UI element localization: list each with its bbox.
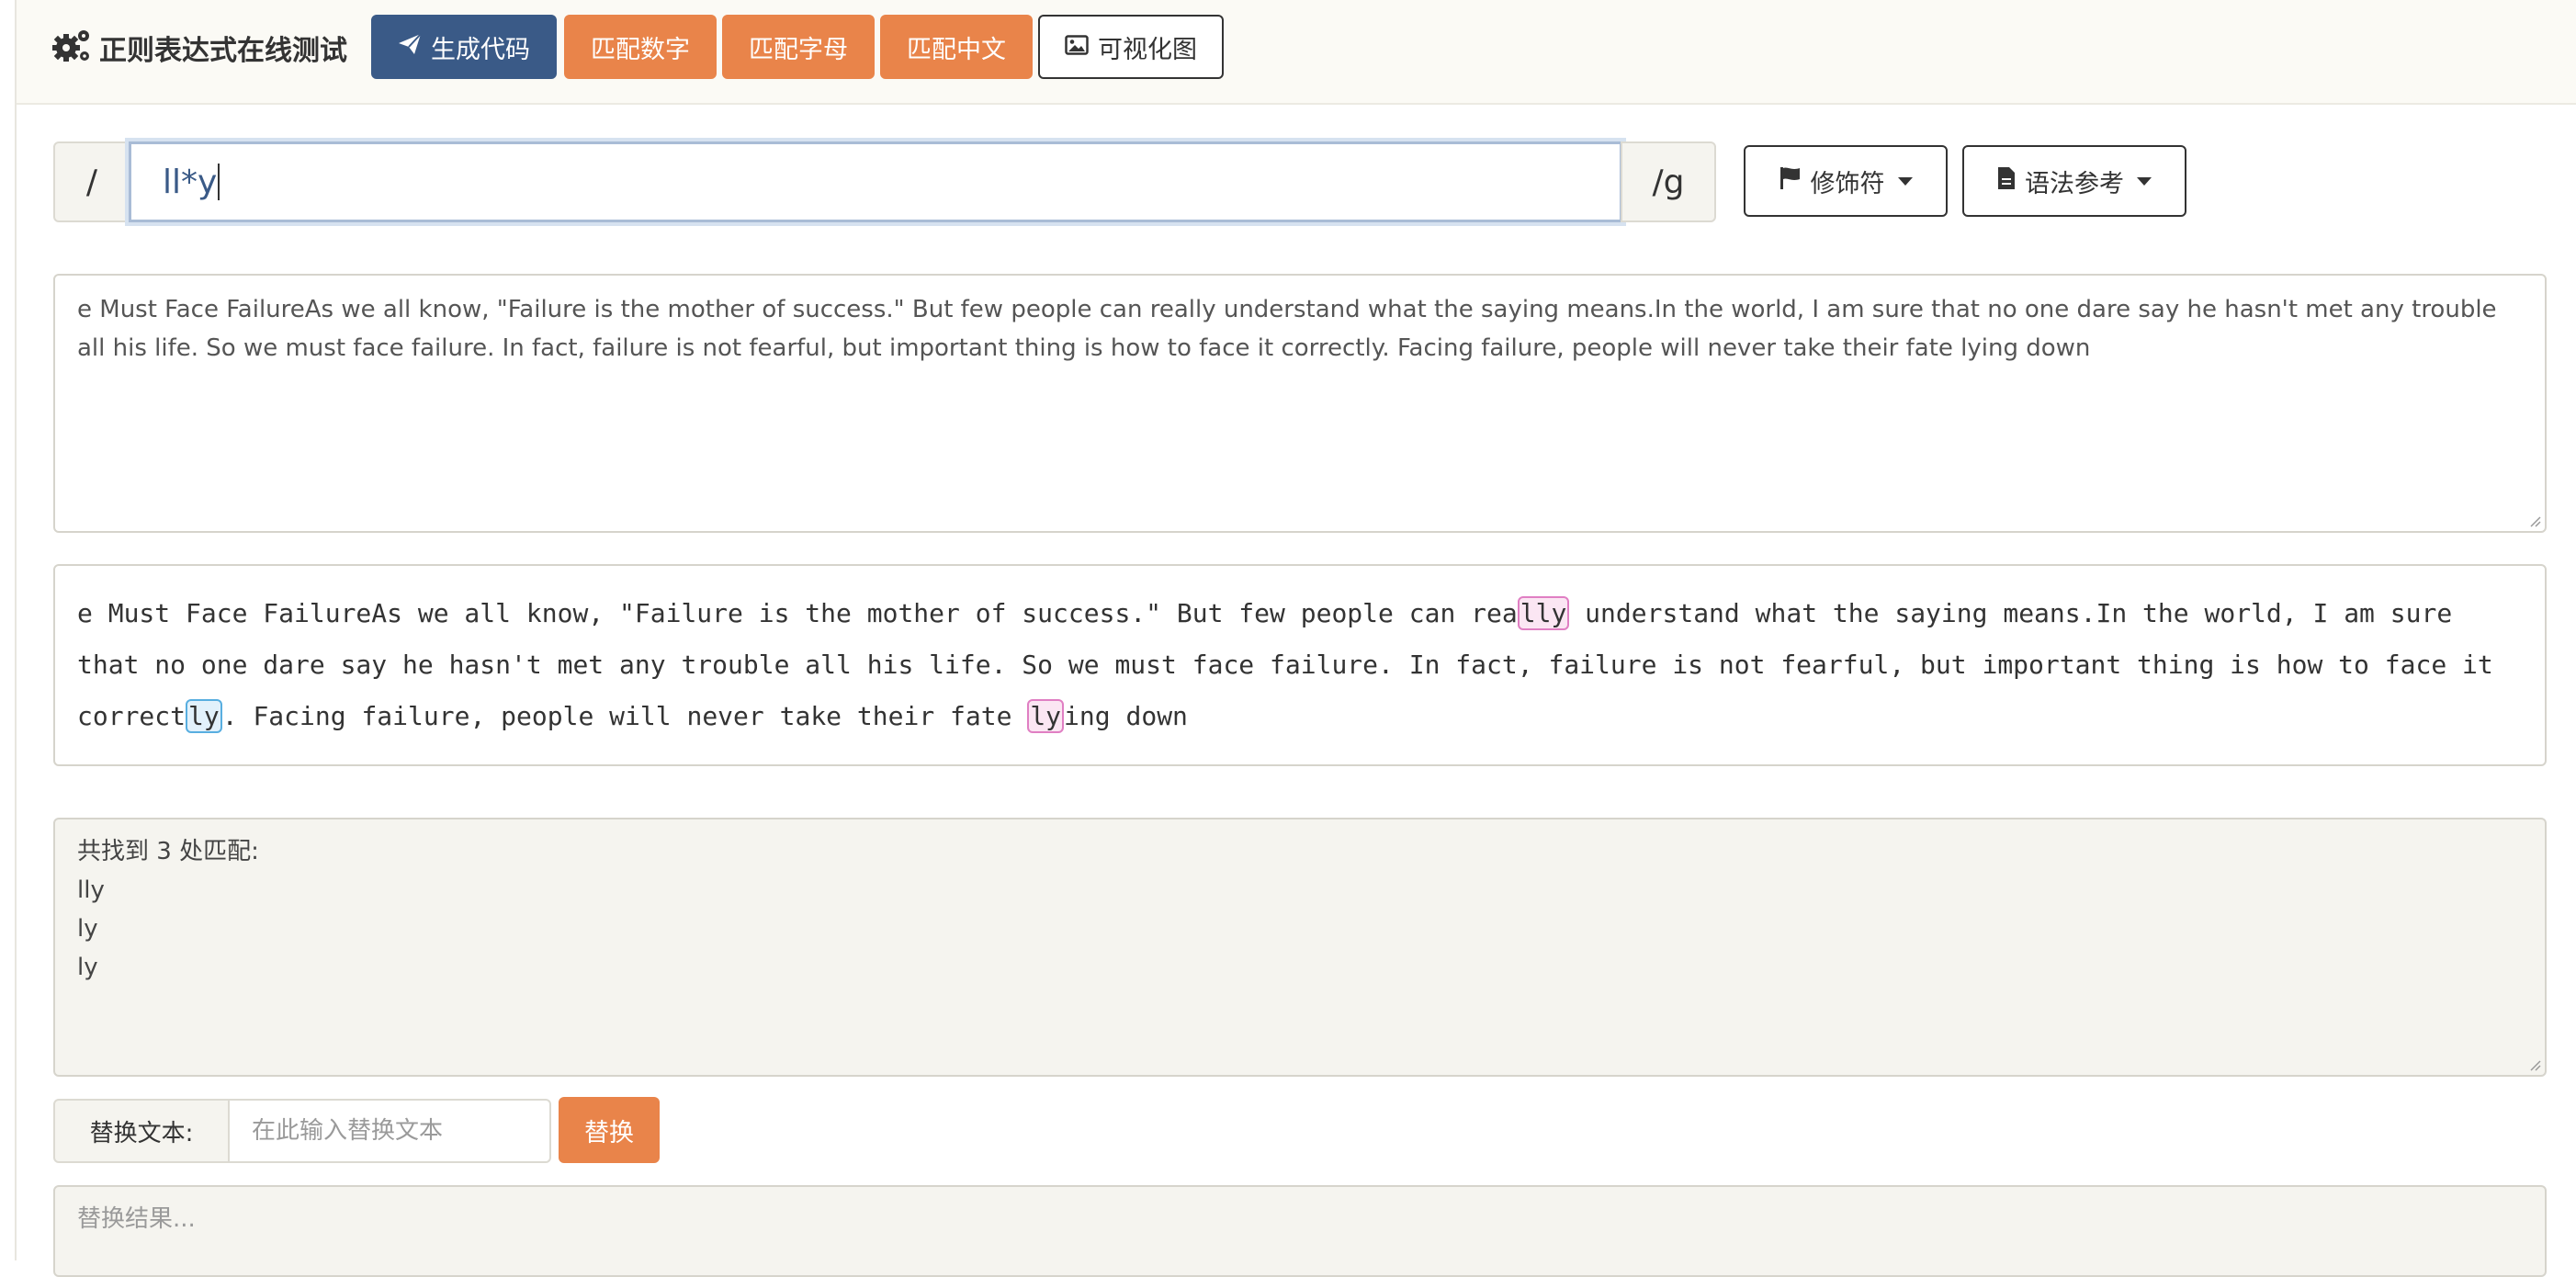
modifier-dropdown[interactable]: 修饰符 bbox=[1744, 145, 1948, 217]
regex-pattern-input[interactable]: ll*y bbox=[129, 141, 1622, 222]
modifier-label: 修饰符 bbox=[1810, 169, 1885, 198]
replace-button[interactable]: 替换 bbox=[559, 1097, 660, 1163]
regex-flags: /g bbox=[1621, 141, 1716, 222]
source-text: e Must Face FailureAs we all know, "Fail… bbox=[77, 296, 2497, 362]
chevron-down-icon bbox=[1897, 176, 1913, 186]
replace-text-label: 替换文本: bbox=[53, 1099, 230, 1163]
syntax-reference-label: 语法参考 bbox=[2025, 169, 2124, 198]
text-segment: ing down bbox=[1064, 701, 1188, 731]
text-segment: . Facing failure, people will never take… bbox=[221, 701, 1028, 731]
match-item: lly bbox=[77, 876, 105, 904]
app-brand: 正则表达式在线测试 bbox=[51, 20, 347, 75]
replace-result-area[interactable]: 替换结果... bbox=[53, 1185, 2547, 1277]
document-icon bbox=[1997, 166, 2016, 197]
app-title: 正则表达式在线测试 bbox=[99, 35, 347, 67]
top-toolbar: 正则表达式在线测试 生成代码 匹配数字 匹配字母 匹配中文 可视化图 bbox=[17, 0, 2576, 105]
visualize-button[interactable]: 可视化图 bbox=[1038, 15, 1224, 79]
resize-grip-icon[interactable] bbox=[2526, 1057, 2541, 1071]
match-highlight: lly bbox=[1517, 596, 1570, 630]
syntax-reference-dropdown[interactable]: 语法参考 bbox=[1962, 145, 2186, 217]
resize-grip-icon[interactable] bbox=[2526, 513, 2541, 527]
match-highlight: ly bbox=[186, 699, 222, 733]
image-icon bbox=[1065, 33, 1098, 62]
match-number-button[interactable]: 匹配数字 bbox=[564, 15, 717, 79]
regex-open-delimiter: / bbox=[53, 141, 130, 222]
gears-icon bbox=[51, 28, 92, 68]
regex-pattern-value: ll*y bbox=[163, 163, 218, 201]
text-segment: e Must Face FailureAs we all know, "Fail… bbox=[77, 598, 1518, 628]
match-item: ly bbox=[77, 954, 98, 981]
page-left-rule bbox=[15, 0, 17, 1260]
match-letter-label: 匹配字母 bbox=[749, 35, 848, 64]
visualize-label: 可视化图 bbox=[1098, 35, 1197, 64]
match-summary: 共找到 3 处匹配: bbox=[77, 838, 259, 865]
paper-plane-icon bbox=[398, 32, 431, 62]
match-chinese-label: 匹配中文 bbox=[907, 35, 1006, 64]
source-text-area[interactable]: e Must Face FailureAs we all know, "Fail… bbox=[53, 274, 2547, 533]
generate-code-button[interactable]: 生成代码 bbox=[371, 15, 557, 79]
match-number-label: 匹配数字 bbox=[591, 35, 690, 64]
replace-text-input[interactable] bbox=[228, 1099, 551, 1163]
match-chinese-button[interactable]: 匹配中文 bbox=[880, 15, 1033, 79]
chevron-down-icon bbox=[2137, 176, 2152, 186]
flag-icon bbox=[1779, 166, 1802, 197]
match-letter-button[interactable]: 匹配字母 bbox=[722, 15, 875, 79]
match-results-area[interactable]: 共找到 3 处匹配: lly ly ly bbox=[53, 818, 2547, 1077]
replace-result-placeholder: 替换结果... bbox=[77, 1205, 196, 1233]
match-item: ly bbox=[77, 915, 98, 943]
text-caret bbox=[218, 164, 220, 200]
match-highlight: ly bbox=[1027, 699, 1065, 733]
generate-code-label: 生成代码 bbox=[431, 35, 530, 64]
match-highlight-view: e Must Face FailureAs we all know, "Fail… bbox=[53, 564, 2547, 766]
